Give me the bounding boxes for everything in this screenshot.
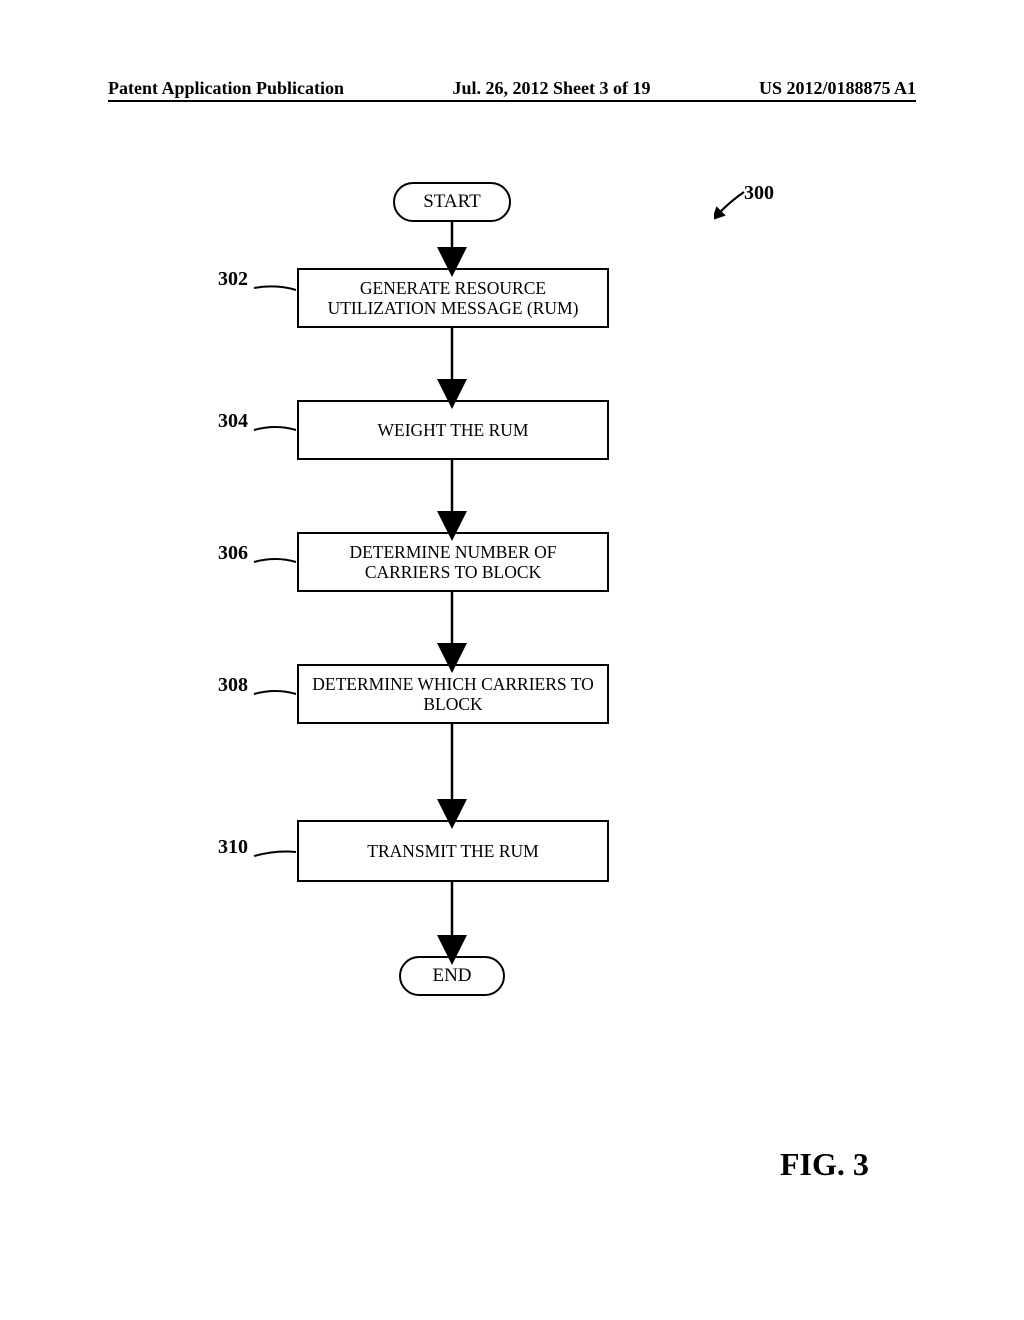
figure-caption: FIG. 3 <box>780 1146 869 1183</box>
page: Patent Application Publication Jul. 26, … <box>0 0 1024 1320</box>
flow-connectors <box>0 0 1024 1320</box>
